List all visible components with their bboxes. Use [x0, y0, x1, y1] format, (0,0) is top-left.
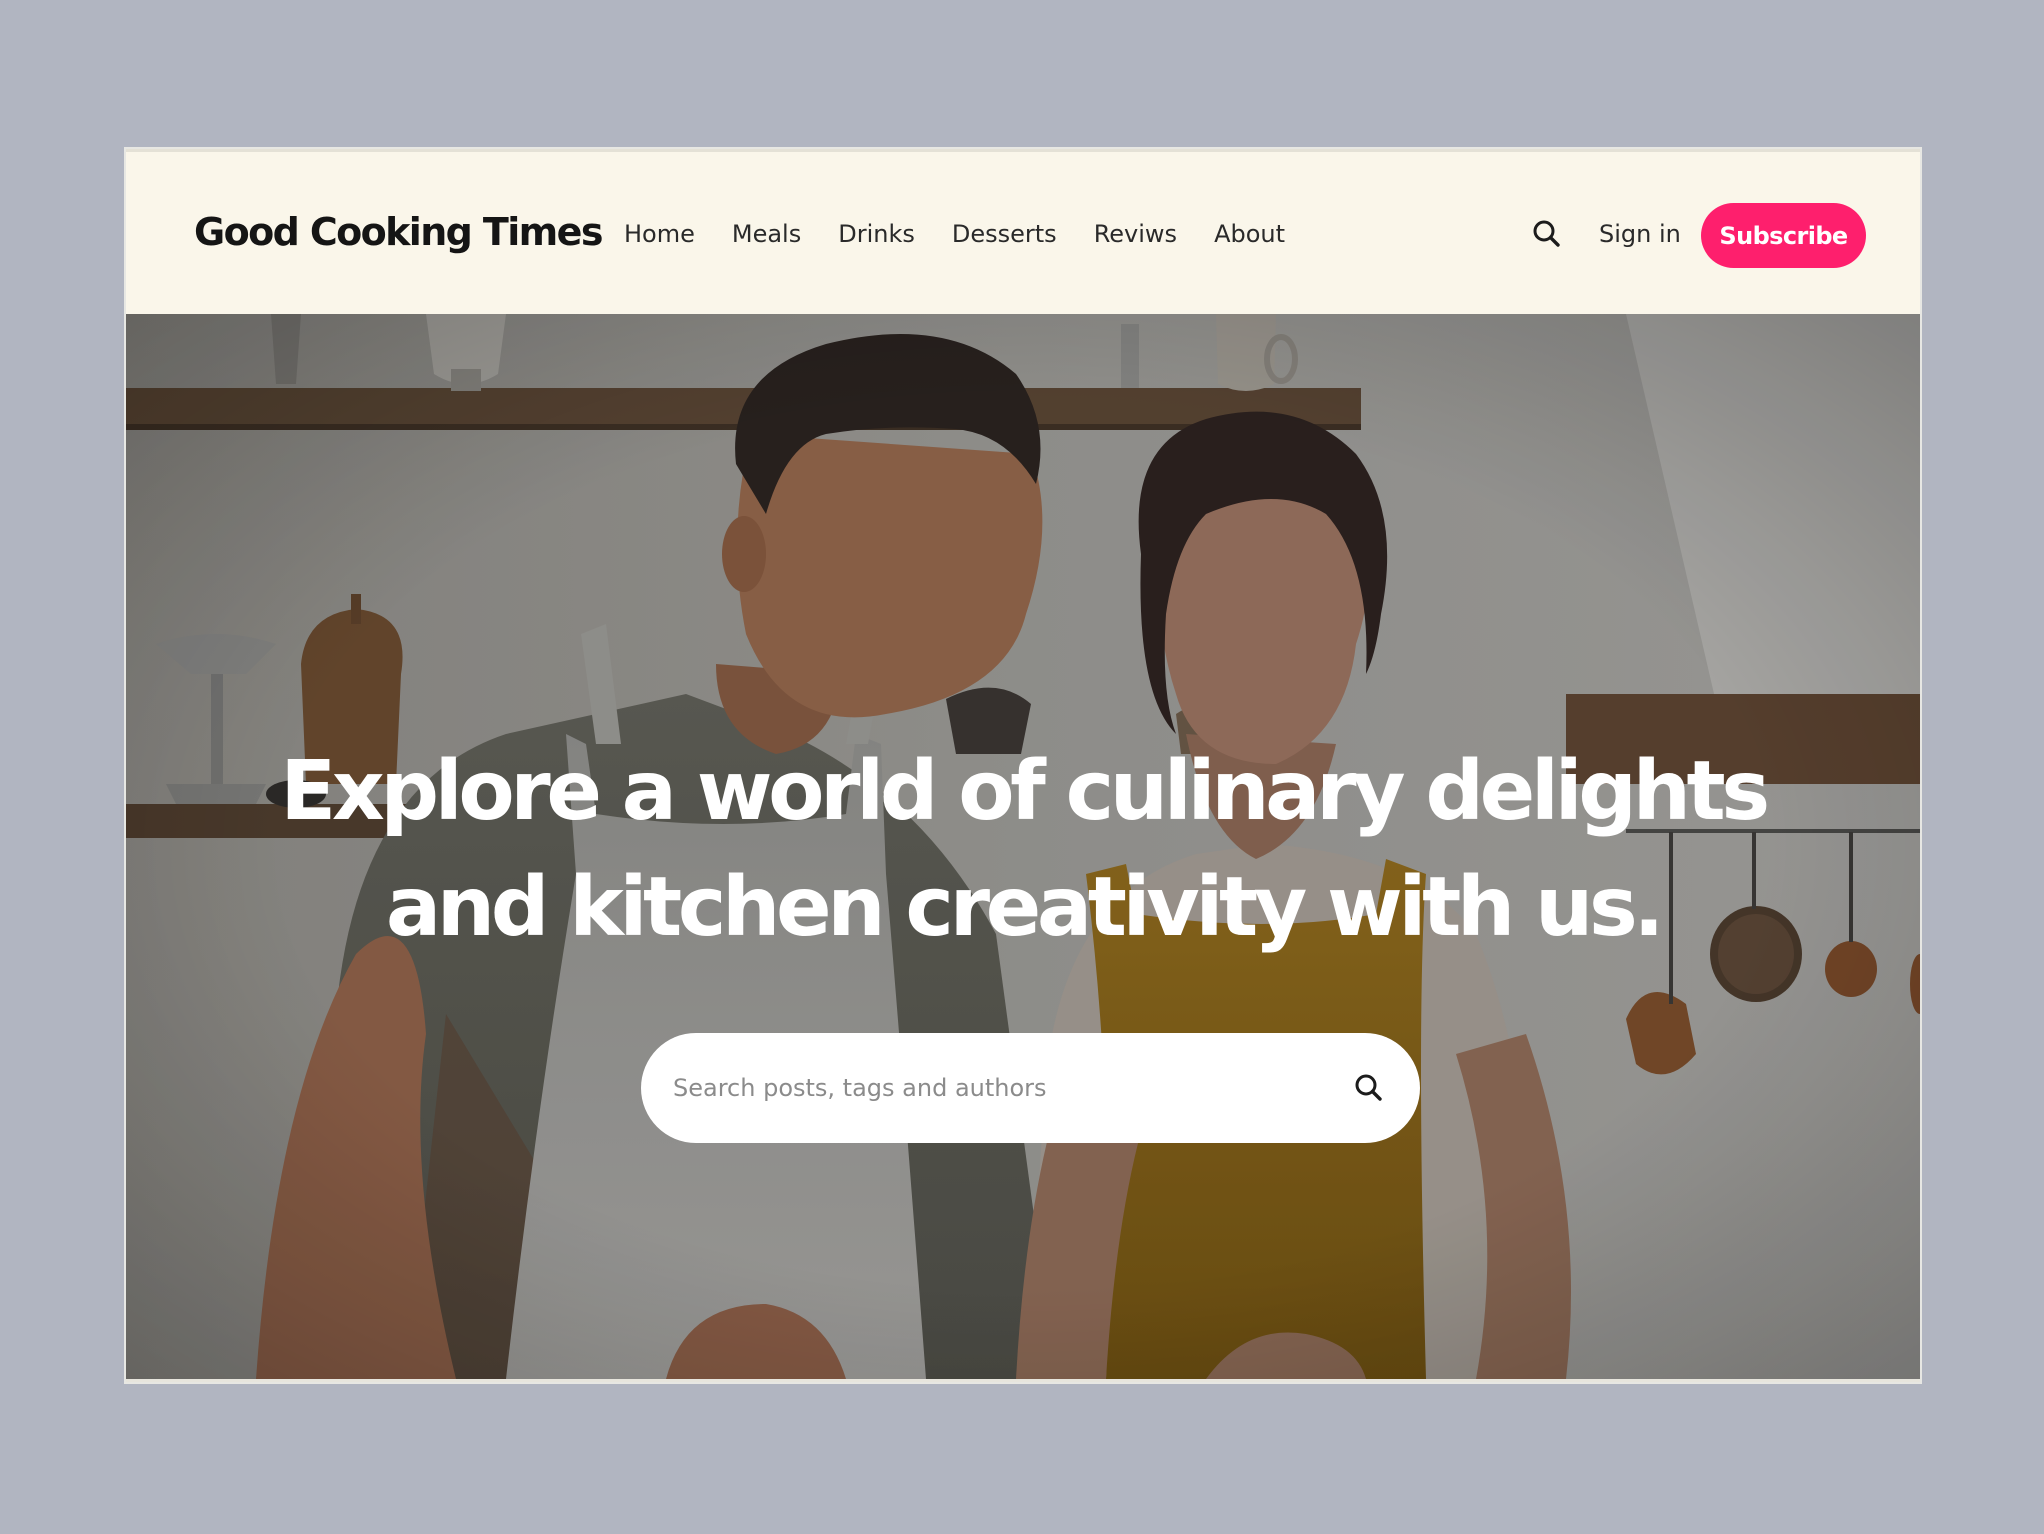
nav-reviews[interactable]: Reviws: [1094, 220, 1177, 248]
browser-frame: Good Cooking Times Home Meals Drinks Des…: [126, 149, 1920, 1382]
site-logo[interactable]: Good Cooking Times: [194, 210, 603, 254]
search-input[interactable]: [673, 1060, 1313, 1116]
search-icon[interactable]: [1352, 1071, 1386, 1105]
nav-drinks[interactable]: Drinks: [838, 220, 915, 248]
nav-home[interactable]: Home: [624, 220, 695, 248]
main-nav: Home Meals Drinks Desserts Reviws About: [624, 220, 1322, 248]
site-header: Good Cooking Times Home Meals Drinks Des…: [126, 149, 1920, 314]
hero-title-line-2: and kitchen creativity with us.: [385, 860, 1665, 955]
subscribe-button[interactable]: Subscribe: [1701, 203, 1866, 268]
search-icon[interactable]: [1530, 217, 1564, 251]
sign-in-link[interactable]: Sign in: [1599, 220, 1681, 248]
hero-title-line-1: Explore a world of culinary delights: [280, 744, 1770, 839]
hero-search-bar: [641, 1033, 1420, 1143]
nav-desserts[interactable]: Desserts: [952, 220, 1057, 248]
nav-about[interactable]: About: [1214, 220, 1285, 248]
frame-bottom-divider: [126, 1379, 1920, 1382]
hero-section: Explore a world of culinary delights and…: [126, 314, 1920, 1379]
hero-title: Explore a world of culinary delights and…: [126, 734, 1920, 966]
nav-meals[interactable]: Meals: [732, 220, 801, 248]
